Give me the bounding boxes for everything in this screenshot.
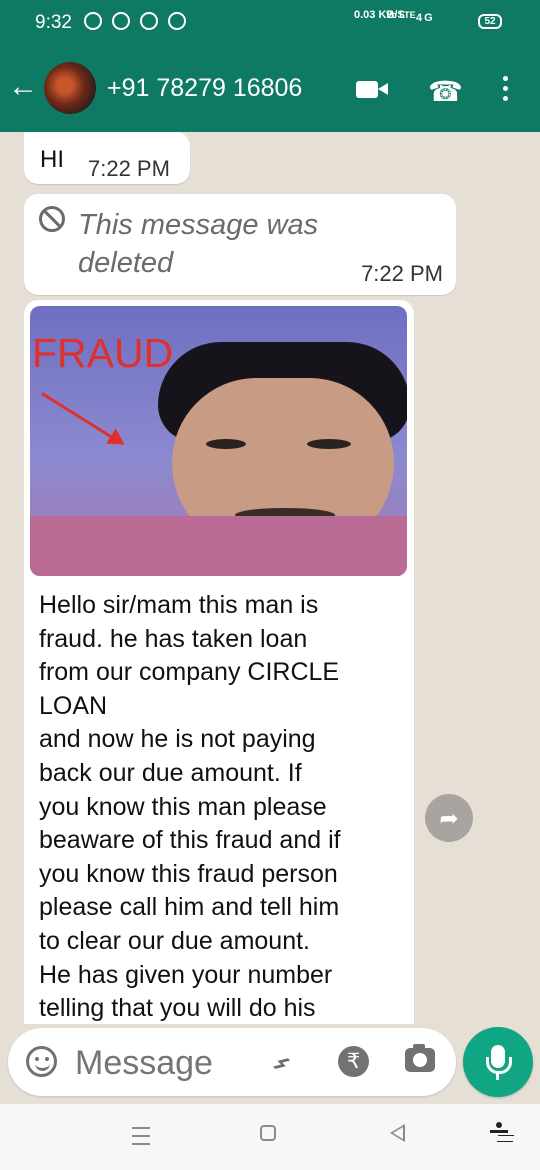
image-message-bubble[interactable]: FRAUD Hello sir/mam this man is fraud. h… xyxy=(24,300,414,1024)
system-back-icon[interactable] xyxy=(390,1124,405,1142)
signal-strength: 4G xyxy=(416,12,435,24)
message-input[interactable] xyxy=(73,1043,257,1083)
volte-indicator: Vo LTE xyxy=(386,10,416,20)
message-time: 7:22 PM xyxy=(88,156,170,181)
status-bar: 9:32 0.03 KB/S Vo LTE 4G 52 xyxy=(0,0,540,48)
back-arrow-icon[interactable]: ← xyxy=(8,72,38,102)
notification-icons xyxy=(84,12,186,30)
message-photo[interactable]: FRAUD xyxy=(30,306,407,576)
rupee-icon[interactable]: ₹ xyxy=(338,1046,369,1077)
emoji-icon[interactable] xyxy=(26,1046,57,1077)
home-icon[interactable] xyxy=(260,1125,276,1141)
forward-icon[interactable]: ➦ xyxy=(425,794,473,842)
camera-icon[interactable] xyxy=(405,1044,435,1072)
app-notification-icon xyxy=(140,12,158,30)
fraud-label: FRAUD xyxy=(32,330,174,376)
recent-apps-icon[interactable] xyxy=(132,1127,150,1151)
message-caption: Hello sir/mam this man is fraud. he has … xyxy=(39,591,341,1023)
chat-area[interactable]: HI 7:22 PM This message was deleted 7:22… xyxy=(0,132,540,1024)
facebook-icon xyxy=(168,12,186,30)
notification-dot-icon xyxy=(112,12,130,30)
red-arrow-icon xyxy=(41,392,124,446)
microphone-icon xyxy=(486,1045,512,1074)
photo-shirt xyxy=(30,516,407,576)
accessibility-icon[interactable] xyxy=(489,1122,509,1148)
system-navigation xyxy=(0,1104,540,1170)
deleted-message-text: This message was deleted xyxy=(78,209,319,279)
voice-call-icon[interactable]: ☎ xyxy=(428,75,463,108)
message-bubble[interactable]: HI 7:22 PM xyxy=(24,132,190,184)
photo-left-eye xyxy=(206,439,246,449)
more-options-icon[interactable] xyxy=(503,76,509,106)
chat-header: ← +91 78279 16806 ☎ xyxy=(0,48,540,132)
message-time: 7:22 PM xyxy=(361,261,443,286)
status-time: 9:32 xyxy=(35,12,72,33)
whatsapp-icon xyxy=(84,12,102,30)
battery-indicator: 52 xyxy=(478,14,502,29)
photo-right-eye xyxy=(307,439,351,449)
deleted-message-bubble[interactable]: This message was deleted 7:22 PM xyxy=(24,194,456,295)
message-composer[interactable]: ⌁ ₹ xyxy=(8,1028,456,1096)
deleted-icon xyxy=(39,206,65,232)
message-text: HI xyxy=(40,146,64,173)
contact-name[interactable]: +91 78279 16806 xyxy=(107,74,302,103)
microphone-button[interactable] xyxy=(463,1027,533,1097)
avatar[interactable] xyxy=(44,62,96,114)
video-call-icon[interactable] xyxy=(356,81,388,98)
attachment-icon[interactable]: ⌁ xyxy=(260,1042,303,1085)
microphone-stem xyxy=(496,1071,499,1080)
